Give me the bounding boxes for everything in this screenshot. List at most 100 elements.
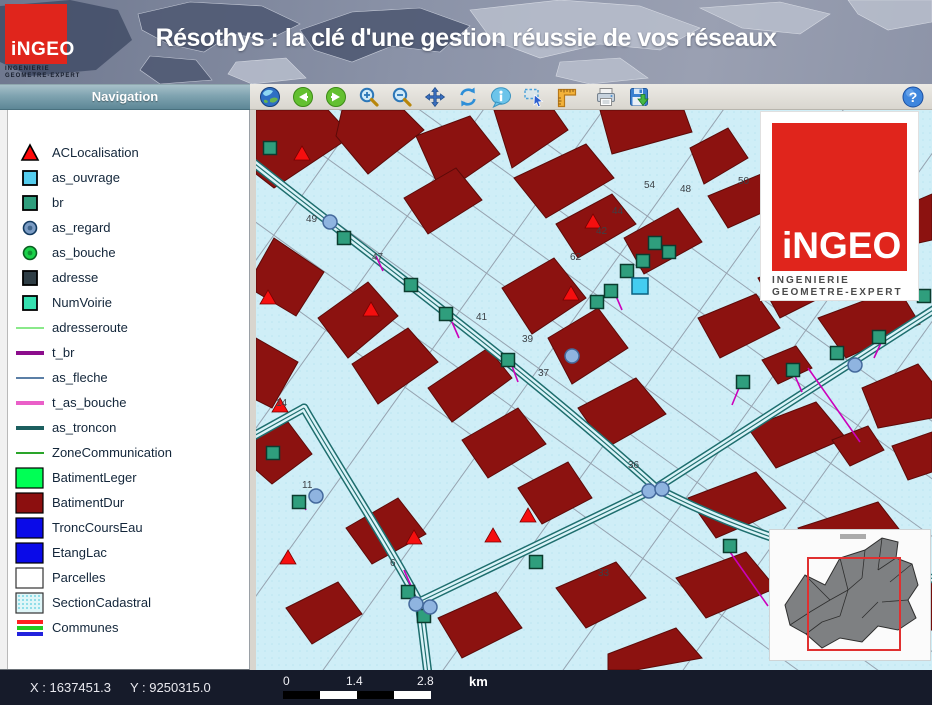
layer-symbol-line-icon [8, 417, 52, 439]
svg-text:11: 11 [302, 480, 313, 491]
legend-item-adresse[interactable]: adresse [8, 265, 249, 290]
ingeo-logo-line1: INGENIERIE [5, 66, 125, 73]
br-symbol [873, 331, 886, 344]
legend-item-Parcelles[interactable]: Parcelles [8, 565, 249, 590]
measure-button[interactable] [555, 85, 579, 109]
print-button[interactable] [594, 85, 618, 109]
as-regard-symbol [409, 597, 423, 611]
navigation-panel: ACLocalisation as_ouvragebr as_regard as_bo… [0, 110, 250, 670]
forward-button[interactable] [324, 85, 348, 109]
br-symbol [663, 246, 676, 259]
zoom-out-icon [391, 86, 413, 108]
legend-item-NumVoirie[interactable]: NumVoirie [8, 290, 249, 315]
scale-unit: km [469, 674, 488, 689]
svg-text:?: ? [909, 89, 918, 105]
legend-item-as_fleche[interactable]: as_fleche [8, 365, 249, 390]
scale-tick-0: 0 [283, 674, 290, 688]
br-symbol [831, 347, 844, 360]
as-regard-symbol [423, 600, 437, 614]
help-button[interactable]: ? [901, 85, 925, 109]
svg-text:14: 14 [276, 398, 288, 409]
legend-item-as_troncon[interactable]: as_troncon [8, 415, 249, 440]
svg-text:37: 37 [538, 368, 550, 379]
svg-text:44: 44 [612, 206, 624, 217]
svg-text:49: 49 [306, 214, 318, 225]
zoom-out-button[interactable] [390, 85, 414, 109]
legend-item-BatimentDur[interactable]: BatimentDur [8, 490, 249, 515]
legend-item-EtangLac[interactable]: EtangLac [8, 540, 249, 565]
legend-item-as_bouche[interactable]: as_bouche [8, 240, 249, 265]
as-regard-symbol [323, 215, 337, 229]
globe-icon [259, 86, 281, 108]
legend-item-ACLocalisation[interactable]: ACLocalisation [8, 140, 249, 165]
scale-bar-widget: 0 1.4 2.8 km [283, 674, 503, 702]
layer-symbol-triangle-icon [8, 142, 52, 164]
ingeo-logo-mark: iNGEO [772, 123, 907, 271]
legend-item-label: as_ouvrage [52, 170, 120, 185]
svg-text:47: 47 [372, 252, 384, 263]
pan-button[interactable] [423, 85, 447, 109]
ingeo-logo: iNGEO INGENIERIE GEOMETRE-EXPERT [5, 4, 125, 80]
globe-button[interactable] [258, 85, 282, 109]
overview-scrollbar [840, 534, 866, 539]
br-symbol [918, 290, 931, 303]
status-bar: X : 1637451.3 Y : 9250315.0 0 1.4 2.8 km [0, 670, 932, 705]
svg-text:41: 41 [476, 312, 488, 323]
legend-item-label: br [52, 195, 64, 210]
header-banner: Résothys : la clé d'une gestion réussie … [0, 0, 932, 84]
legend-item-Communes[interactable]: Communes [8, 615, 249, 640]
legend-item-t_as_bouche[interactable]: t_as_bouche [8, 390, 249, 415]
refresh-button[interactable] [456, 85, 480, 109]
legend-item-t_br[interactable]: t_br [8, 340, 249, 365]
zoom-in-icon [358, 86, 380, 108]
page-title: Résothys : la clé d'une gestion réussie … [0, 24, 932, 53]
br-symbol [293, 496, 306, 509]
scale-tick-2: 2.8 [417, 674, 434, 688]
as-ouvrage-symbol [632, 278, 648, 294]
legend-item-TroncCoursEau[interactable]: TroncCoursEau [8, 515, 249, 540]
legend-item-as_regard[interactable]: as_regard [8, 215, 249, 240]
layer-symbol-rect-icon [8, 542, 52, 564]
zoom-in-button[interactable] [357, 85, 381, 109]
legend-item-label: ZoneCommunication [52, 445, 172, 460]
br-symbol [502, 354, 515, 367]
panel-splitter[interactable] [0, 110, 8, 669]
legend-item-as_ouvrage[interactable]: as_ouvrage [8, 165, 249, 190]
communes-shape [785, 538, 918, 648]
br-symbol [591, 296, 604, 309]
layer-symbol-circle-icon [8, 217, 52, 239]
save-icon [628, 86, 650, 108]
measure-icon [556, 86, 578, 108]
legend-item-adresseroute[interactable]: adresseroute [8, 315, 249, 340]
layer-symbol-square-icon [8, 267, 52, 289]
ingeo-logo-text: iNGEO [11, 39, 75, 61]
layer-symbol-line-icon [8, 317, 52, 339]
br-symbol [530, 556, 543, 569]
legend-item-label: as_fleche [52, 370, 108, 385]
legend-item-label: as_bouche [52, 245, 116, 260]
select-icon [523, 86, 545, 108]
save-button[interactable] [627, 85, 651, 109]
info-button[interactable] [489, 85, 513, 109]
coordinate-y: Y : 9250315.0 [130, 680, 211, 695]
scale-bar [283, 691, 431, 699]
legend-item-BatimentLeger[interactable]: BatimentLeger [8, 465, 249, 490]
ingeo-logo-line2: GEOMETRE-EXPERT [5, 73, 125, 80]
br-symbol [338, 232, 351, 245]
select-button[interactable] [522, 85, 546, 109]
svg-text:48: 48 [680, 184, 692, 195]
br-symbol [724, 540, 737, 553]
back-button[interactable] [291, 85, 315, 109]
legend-item-ZoneCommunication[interactable]: ZoneCommunication [8, 440, 249, 465]
legend-item-label: Communes [52, 620, 118, 635]
overview-map[interactable] [770, 530, 930, 660]
as-regard-symbol [655, 482, 669, 496]
layer-symbol-line-icon [8, 442, 52, 464]
svg-text:62: 62 [570, 252, 582, 263]
legend-item-br[interactable]: br [8, 190, 249, 215]
legend-item-SectionCadastral[interactable]: SectionCadastral [8, 590, 249, 615]
map-viewport[interactable]: 4947413937444254485062363311146 iNGEO IN… [256, 110, 932, 670]
br-symbol [649, 237, 662, 250]
coordinate-x: X : 1637451.3 [30, 680, 111, 695]
help-icon: ? [902, 86, 924, 108]
